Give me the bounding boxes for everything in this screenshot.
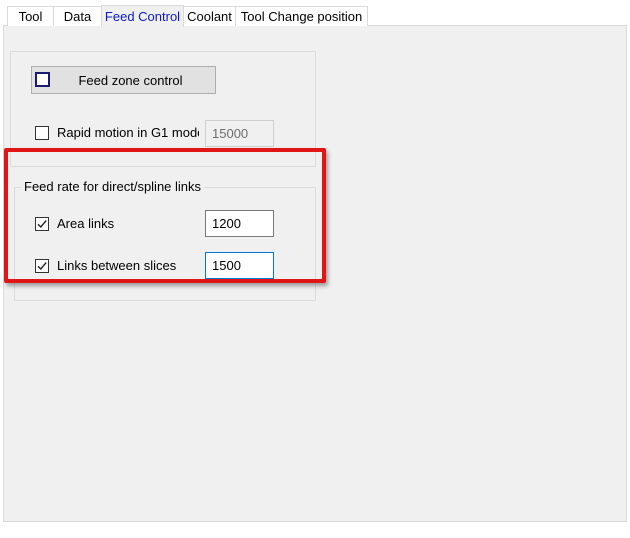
feed-zone-control-label: Feed zone control (78, 72, 183, 88)
tab-tool-change-position-label: Tool Change position (240, 9, 363, 24)
links-between-slices-checkbox[interactable] (35, 259, 49, 273)
feed-rate-group: Feed rate for direct/spline links (14, 179, 316, 301)
links-between-slices-feed-input[interactable]: 1500 (205, 252, 274, 279)
checkmark-icon (37, 220, 47, 229)
tab-data-label: Data (63, 9, 92, 24)
feed-zone-control-button[interactable]: Feed zone control (31, 66, 216, 94)
tab-coolant[interactable]: Coolant (183, 6, 236, 26)
feed-rate-group-caption: Feed rate for direct/spline links (21, 179, 205, 194)
tab-bar: Tool Data Feed Control Coolant Tool Chan… (7, 4, 368, 27)
area-links-feed-value: 1200 (212, 216, 241, 231)
rapid-motion-label: Rapid motion in G1 mode (57, 125, 199, 140)
links-between-slices-feed-value: 1500 (212, 258, 241, 273)
tab-tool-label: Tool (18, 9, 43, 24)
area-links-label: Area links (57, 216, 115, 231)
tab-data[interactable]: Data (53, 6, 102, 26)
checkmark-icon (37, 262, 47, 271)
rapid-motion-feed-value: 15000 (212, 126, 249, 141)
tab-feed-control-label: Feed Control (104, 9, 181, 24)
links-between-slices-label: Links between slices (57, 258, 177, 273)
tab-coolant-label: Coolant (187, 9, 232, 24)
area-links-feed-input[interactable]: 1200 (205, 210, 274, 237)
feed-control-dialog: Tool Data Feed Control Coolant Tool Chan… (0, 0, 630, 538)
tab-tool[interactable]: Tool (7, 6, 54, 26)
rapid-motion-checkbox[interactable] (35, 126, 49, 140)
tab-feed-control[interactable]: Feed Control (101, 5, 184, 27)
tab-tool-change-position[interactable]: Tool Change position (235, 6, 368, 26)
tab-page: Feed zone control Rapid motion in G1 mod… (3, 25, 627, 522)
area-links-checkbox[interactable] (35, 217, 49, 231)
rapid-motion-feed-input[interactable]: 15000 (205, 120, 274, 147)
